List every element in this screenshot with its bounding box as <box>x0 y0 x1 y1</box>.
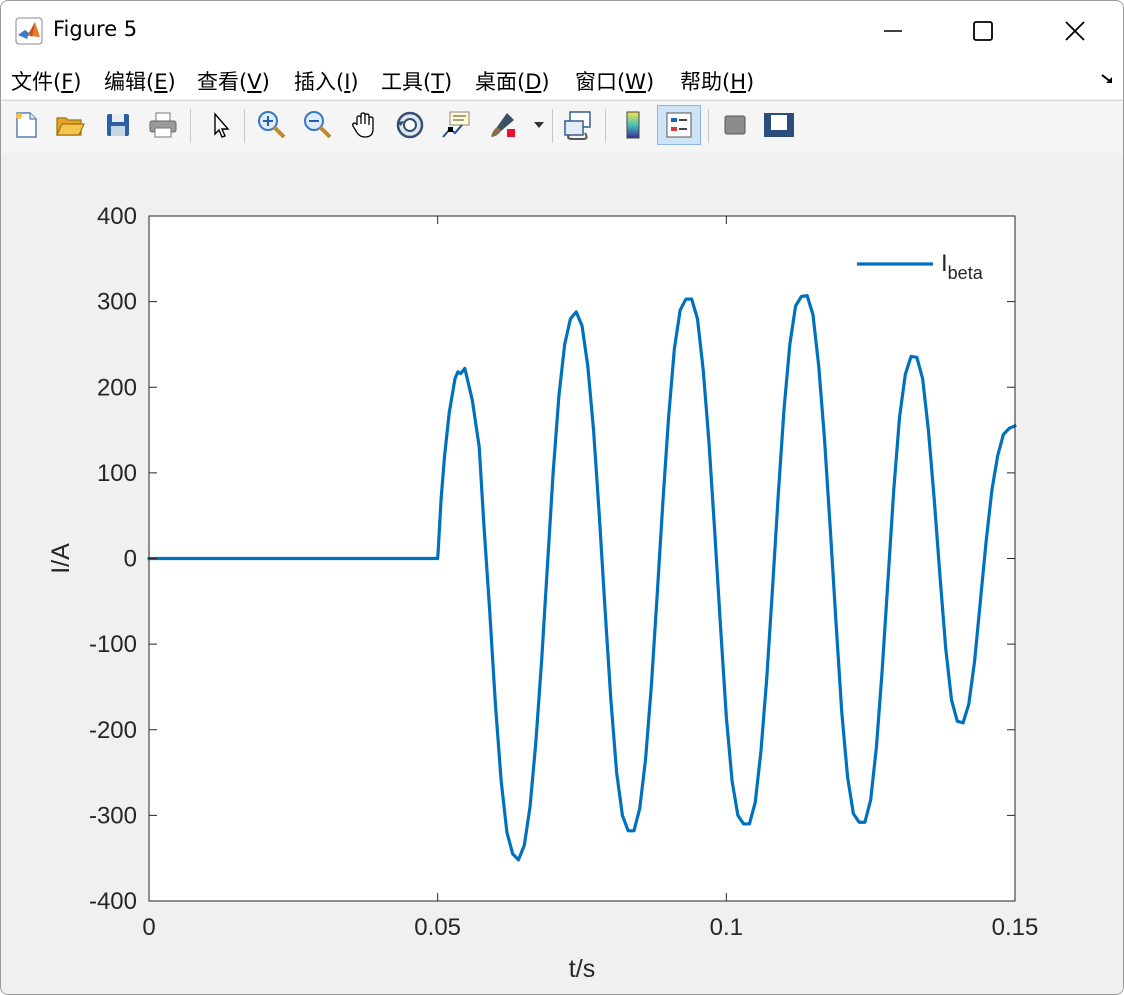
zoom-out-button[interactable] <box>300 107 336 143</box>
y-tick-label: -300 <box>89 802 137 829</box>
x-tick-label: 0.1 <box>710 914 743 941</box>
brush-button[interactable] <box>485 107 521 143</box>
y-axis-label: I/A <box>47 543 75 574</box>
y-tick-label: 100 <box>97 460 137 487</box>
new-figure-icon <box>16 112 37 138</box>
hide-plot-tools-button[interactable] <box>717 107 753 143</box>
zoom-in-button[interactable] <box>254 107 290 143</box>
edit-plot-button[interactable] <box>202 107 238 143</box>
insert-colorbar-icon <box>626 111 640 139</box>
print-icon <box>149 112 177 138</box>
insert-legend-icon <box>666 112 692 138</box>
x-tick-label: 0.15 <box>992 914 1039 941</box>
close-icon <box>1065 21 1085 41</box>
menu-edit[interactable]: 编辑(E) <box>104 66 176 96</box>
y-tick-label: 400 <box>97 203 137 230</box>
link-plot-button[interactable] <box>560 107 596 143</box>
title-bar[interactable]: Figure 5 <box>1 1 1123 61</box>
maximize-button[interactable] <box>937 1 1029 61</box>
menu-help[interactable]: 帮助(H) <box>680 66 754 96</box>
open-file-button[interactable] <box>52 107 88 143</box>
new-figure-button[interactable] <box>8 107 44 143</box>
data-cursor-button[interactable] <box>438 107 474 143</box>
show-plot-tools-icon <box>764 113 794 137</box>
zoom-in-icon <box>258 111 286 139</box>
minimize-icon <box>884 30 902 32</box>
matlab-logo-icon <box>15 17 43 45</box>
zoom-out-icon <box>304 111 332 139</box>
x-tick-label: 0 <box>142 914 155 941</box>
pan-icon <box>352 112 374 138</box>
dock-figure-icon[interactable] <box>1099 71 1115 87</box>
x-axis-label: t/s <box>569 955 595 983</box>
menu-view[interactable]: 查看(V) <box>197 66 270 96</box>
save-icon <box>107 114 129 136</box>
menu-file[interactable]: 文件(F) <box>11 66 82 96</box>
print-button[interactable] <box>145 107 181 143</box>
y-tick-label: 300 <box>97 289 137 316</box>
open-file-icon <box>56 117 85 136</box>
rotate-3d-icon <box>396 111 424 139</box>
minimize-button[interactable] <box>847 1 939 61</box>
insert-legend-button[interactable] <box>657 105 701 145</box>
menu-insert[interactable]: 插入(I) <box>294 66 359 96</box>
y-tick-label: -100 <box>89 631 137 658</box>
brush-icon <box>491 113 515 137</box>
y-tick-label: -200 <box>89 717 137 744</box>
data-cursor-icon <box>442 111 470 138</box>
maximize-icon <box>973 21 993 41</box>
menu-desktop[interactable]: 桌面(D) <box>475 66 550 96</box>
close-button[interactable] <box>1029 1 1121 61</box>
figure-toolbar <box>1 100 1123 154</box>
y-tick-label: -400 <box>89 888 137 915</box>
line-chart: 0 0.05 0.1 0.15 400 300 200 100 0 -100 -200 -300 -40… <box>47 203 1039 983</box>
figure-canvas[interactable]: 0 0.05 0.1 0.15 400 300 200 100 0 -100 -200 -300 -40… <box>1 153 1123 994</box>
x-tick-label: 0.05 <box>414 914 461 941</box>
edit-plot-icon <box>214 112 230 138</box>
figure-window: Figure 5 文件(F) 编辑(E) 查看(V) 插入(I) 工具(T) 桌… <box>0 0 1124 995</box>
pan-button[interactable] <box>347 107 383 143</box>
rotate-3d-button[interactable] <box>392 107 428 143</box>
link-plot-icon <box>564 111 591 140</box>
brush-dropdown[interactable] <box>529 107 549 143</box>
y-tick-label: 200 <box>97 374 137 401</box>
insert-colorbar-button[interactable] <box>615 107 651 143</box>
save-button[interactable] <box>100 107 136 143</box>
menu-window[interactable]: 窗口(W) <box>575 66 654 96</box>
hide-plot-tools-icon <box>724 115 746 135</box>
window-title: Figure 5 <box>53 17 138 41</box>
menu-bar: 文件(F) 编辑(E) 查看(V) 插入(I) 工具(T) 桌面(D) 窗口(W… <box>1 61 1123 99</box>
chevron-down-icon <box>534 122 544 128</box>
y-tick-label: 0 <box>124 546 137 573</box>
show-plot-tools-button[interactable] <box>761 107 797 143</box>
menu-tools[interactable]: 工具(T) <box>381 66 452 96</box>
